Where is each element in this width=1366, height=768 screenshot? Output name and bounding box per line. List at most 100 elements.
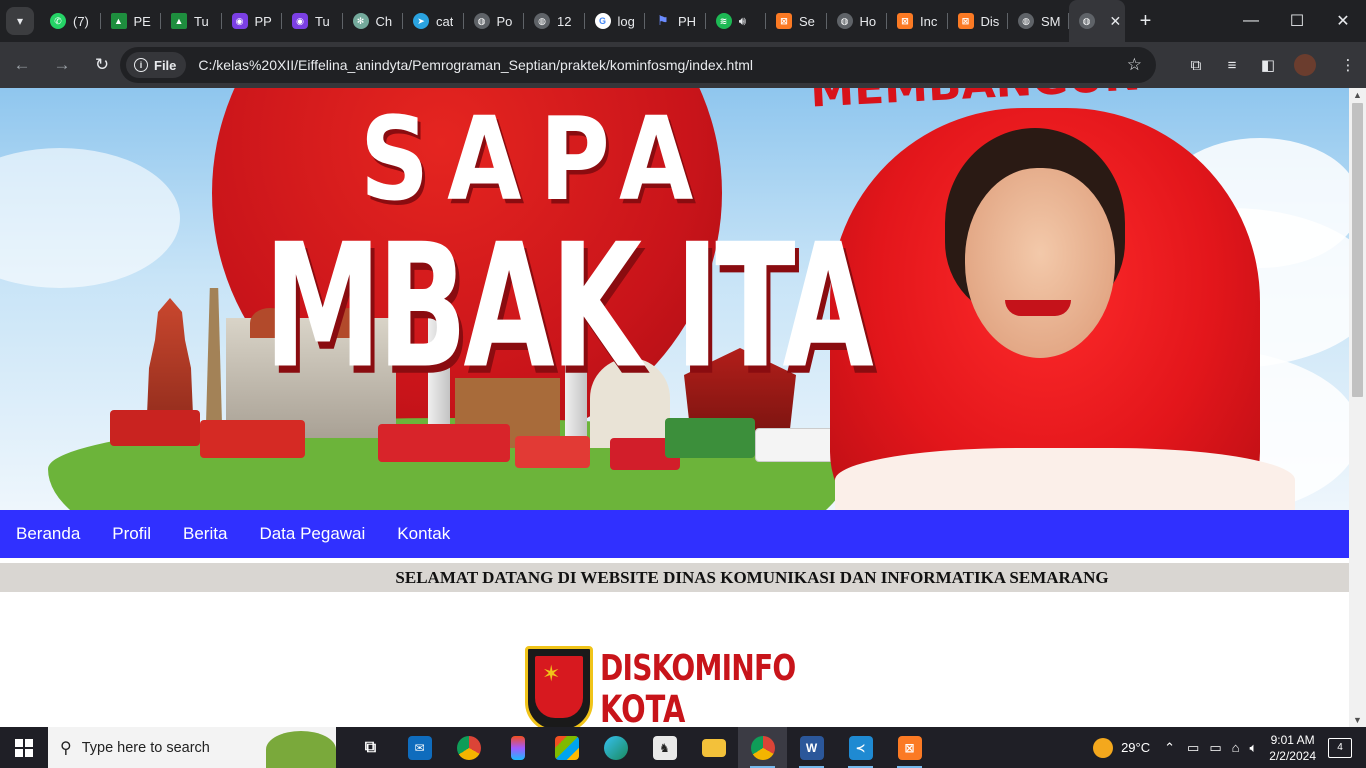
nav-link-data-pegawai[interactable]: Data Pegawai — [259, 524, 365, 544]
profile-avatar[interactable] — [1294, 54, 1316, 76]
address-bar[interactable]: i File C:/kelas%20XII/Eiffelina_anindyta/… — [120, 47, 1156, 83]
volume-icon[interactable]: 🔈︎ — [1249, 740, 1257, 756]
reload-button[interactable]: ↻ — [84, 47, 120, 83]
close-tab-icon[interactable]: ✕ — [1110, 13, 1122, 30]
mixer-truck — [110, 410, 200, 446]
tray-chevron-up-icon[interactable]: ⌃ — [1164, 740, 1175, 756]
speaker-icon[interactable]: 🔊︎ — [739, 14, 747, 29]
back-button[interactable]: ← — [4, 47, 40, 83]
clock-date: 2/2/2024 — [1269, 748, 1316, 763]
browser-tab-active[interactable]: ◍ ✕ — [1068, 0, 1125, 42]
maximize-icon[interactable]: ☐ — [1274, 0, 1320, 42]
scroll-up-arrow-icon[interactable]: ▲ — [1353, 90, 1362, 100]
nav-link-berita[interactable]: Berita — [183, 524, 227, 544]
tab-search-chevron-icon[interactable]: ▾ — [6, 7, 34, 35]
fire-truck — [200, 420, 305, 458]
game-app-icon[interactable]: ♞ — [640, 727, 689, 768]
owl-icon: ◉ — [292, 13, 308, 29]
cloud — [0, 148, 180, 288]
browser-tab[interactable]: ◍ 12 — [524, 0, 585, 42]
search-highlight-image — [266, 731, 336, 768]
telegram-icon: ➤ — [413, 13, 429, 29]
scroll-down-arrow-icon[interactable]: ▼ — [1353, 715, 1362, 725]
search-placeholder: Type here to search — [81, 739, 210, 756]
taskbar-clock[interactable]: 9:01 AM 2/2/2024 — [1269, 732, 1316, 764]
browser-tab[interactable]: ⊠ Se — [766, 0, 827, 42]
network-icon[interactable]: ⌂ — [1232, 740, 1240, 755]
browser-tab[interactable]: ➤ cat — [403, 0, 464, 42]
page-scrollbar[interactable]: ▲ ▼ — [1349, 88, 1366, 727]
site-info-chip[interactable]: i File — [126, 52, 187, 78]
city-bus — [378, 424, 510, 462]
vscode-app-icon[interactable]: ≺ — [836, 727, 885, 768]
task-view-icon[interactable]: ⧉ — [346, 727, 395, 768]
browser-tab[interactable]: ✻ Ch — [343, 0, 404, 42]
forward-button[interactable]: → — [44, 47, 80, 83]
browser-tab[interactable]: ◍ Po — [464, 0, 525, 42]
xampp-icon: ⊠ — [776, 13, 792, 29]
semarang-crest-icon: ✶ — [525, 646, 593, 727]
taskbar-search-box[interactable]: ⚲ Type here to search — [48, 727, 336, 768]
browser-tab[interactable]: ◍ SM — [1008, 0, 1069, 42]
van — [515, 436, 590, 468]
google-drive-icon: ▲ — [171, 13, 187, 29]
notification-count: 4 — [1337, 742, 1343, 753]
file-explorer-icon[interactable] — [689, 727, 738, 768]
extensions-icon[interactable]: ⧉ — [1178, 47, 1214, 83]
browser-tab-audio[interactable]: ≋ 🔊︎ — [706, 0, 767, 42]
browser-tab[interactable]: ◉ Tu — [282, 0, 343, 42]
browser-tab[interactable]: ⚑ PH — [645, 0, 706, 42]
browser-tab[interactable]: ⊠ Inc — [887, 0, 948, 42]
nav-link-profil[interactable]: Profil — [112, 524, 151, 544]
windows-start-button[interactable] — [0, 727, 48, 768]
new-tab-button[interactable]: + — [1131, 6, 1161, 36]
whatsapp-icon: ✆ — [50, 13, 66, 29]
media-control-icon[interactable]: ≡ — [1214, 47, 1250, 83]
portrait-face — [965, 168, 1115, 358]
meet-now-icon[interactable]: ▭ — [1187, 740, 1199, 756]
browser-tab[interactable]: ✆ (7) — [40, 0, 101, 42]
weather-sun-icon — [1093, 737, 1114, 758]
weather-widget[interactable]: 29°C — [1093, 737, 1150, 758]
side-panel-icon[interactable]: ◧ — [1250, 47, 1286, 83]
chrome-running-icon[interactable] — [738, 727, 787, 768]
edge-app-icon[interactable] — [591, 727, 640, 768]
word-app-icon[interactable]: W — [787, 727, 836, 768]
close-window-icon[interactable]: ✕ — [1320, 0, 1366, 42]
portrait-smile — [1005, 300, 1071, 316]
xampp-icon: ⊠ — [897, 13, 913, 29]
browser-tab[interactable]: ◍ Ho — [827, 0, 888, 42]
logo-subtitle: KOTA SEMARANG — [600, 688, 686, 727]
browser-tab-strip: ▾ ✆ (7) ▲ PE ▲ Tu ◉ PP ◉ Tu ✻ Ch ➤ cat ◍ Po ◍ 12 … — [0, 0, 1366, 42]
welcome-marquee: SELAMAT DATANG DI WEBSITE DINAS KOMUNIKA… — [0, 563, 1349, 592]
browser-tab[interactable]: ▲ PE — [101, 0, 162, 42]
browser-tab[interactable]: Glog — [585, 0, 646, 42]
bookmark-star-icon[interactable]: ☆ — [1127, 55, 1142, 75]
nav-link-kontak[interactable]: Kontak — [397, 524, 450, 544]
hero-banner: MEMBANGUN SAPA MBAK ITA — [0, 88, 1349, 510]
minimize-icon[interactable]: — — [1228, 0, 1274, 42]
browser-toolbar: ← → ↻ i File C:/kelas%20XII/Eiffelina_ani… — [0, 42, 1366, 88]
browser-tab[interactable]: ◉ PP — [222, 0, 283, 42]
browser-tab[interactable]: ⊠ Dis — [948, 0, 1009, 42]
system-tray: 29°C ⌃ ▭ ▭ ⌂ 🔈︎ 9:01 AM 2/2/2024 4 — [1093, 727, 1366, 768]
menu-kebab-icon[interactable]: ⋮ — [1330, 47, 1366, 83]
figma-app-icon[interactable] — [493, 727, 542, 768]
main-navbar: Beranda Profil Berita Data Pegawai Konta… — [0, 510, 1349, 558]
chrome-app-icon[interactable] — [444, 727, 493, 768]
scrollbar-thumb[interactable] — [1352, 103, 1363, 397]
browser-tab[interactable]: ▲ Tu — [161, 0, 222, 42]
windows-taskbar: ⚲ Type here to search ⧉ ✉ ♞ W ≺ ⊠ 29°C ⌃… — [0, 727, 1366, 768]
nav-link-beranda[interactable]: Beranda — [16, 524, 80, 544]
mail-app-icon[interactable]: ✉ — [395, 727, 444, 768]
store-app-icon[interactable] — [542, 727, 591, 768]
google-drive-icon: ▲ — [110, 13, 127, 29]
globe-icon: ◍ — [534, 13, 550, 29]
tab-list: ✆ (7) ▲ PE ▲ Tu ◉ PP ◉ Tu ✻ Ch ➤ cat ◍ Po ◍ 12 Gl… — [40, 0, 1125, 42]
flag-icon: ⚑ — [657, 13, 669, 28]
battery-icon[interactable]: ▭ — [1209, 740, 1221, 756]
window-controls: — ☐ ✕ — [1228, 0, 1366, 42]
notification-center-icon[interactable]: 4 — [1328, 737, 1352, 758]
xampp-app-icon[interactable]: ⊠ — [885, 727, 934, 768]
url-text[interactable]: C:/kelas%20XII/Eiffelina_anindyta/Pemrog… — [198, 57, 753, 73]
